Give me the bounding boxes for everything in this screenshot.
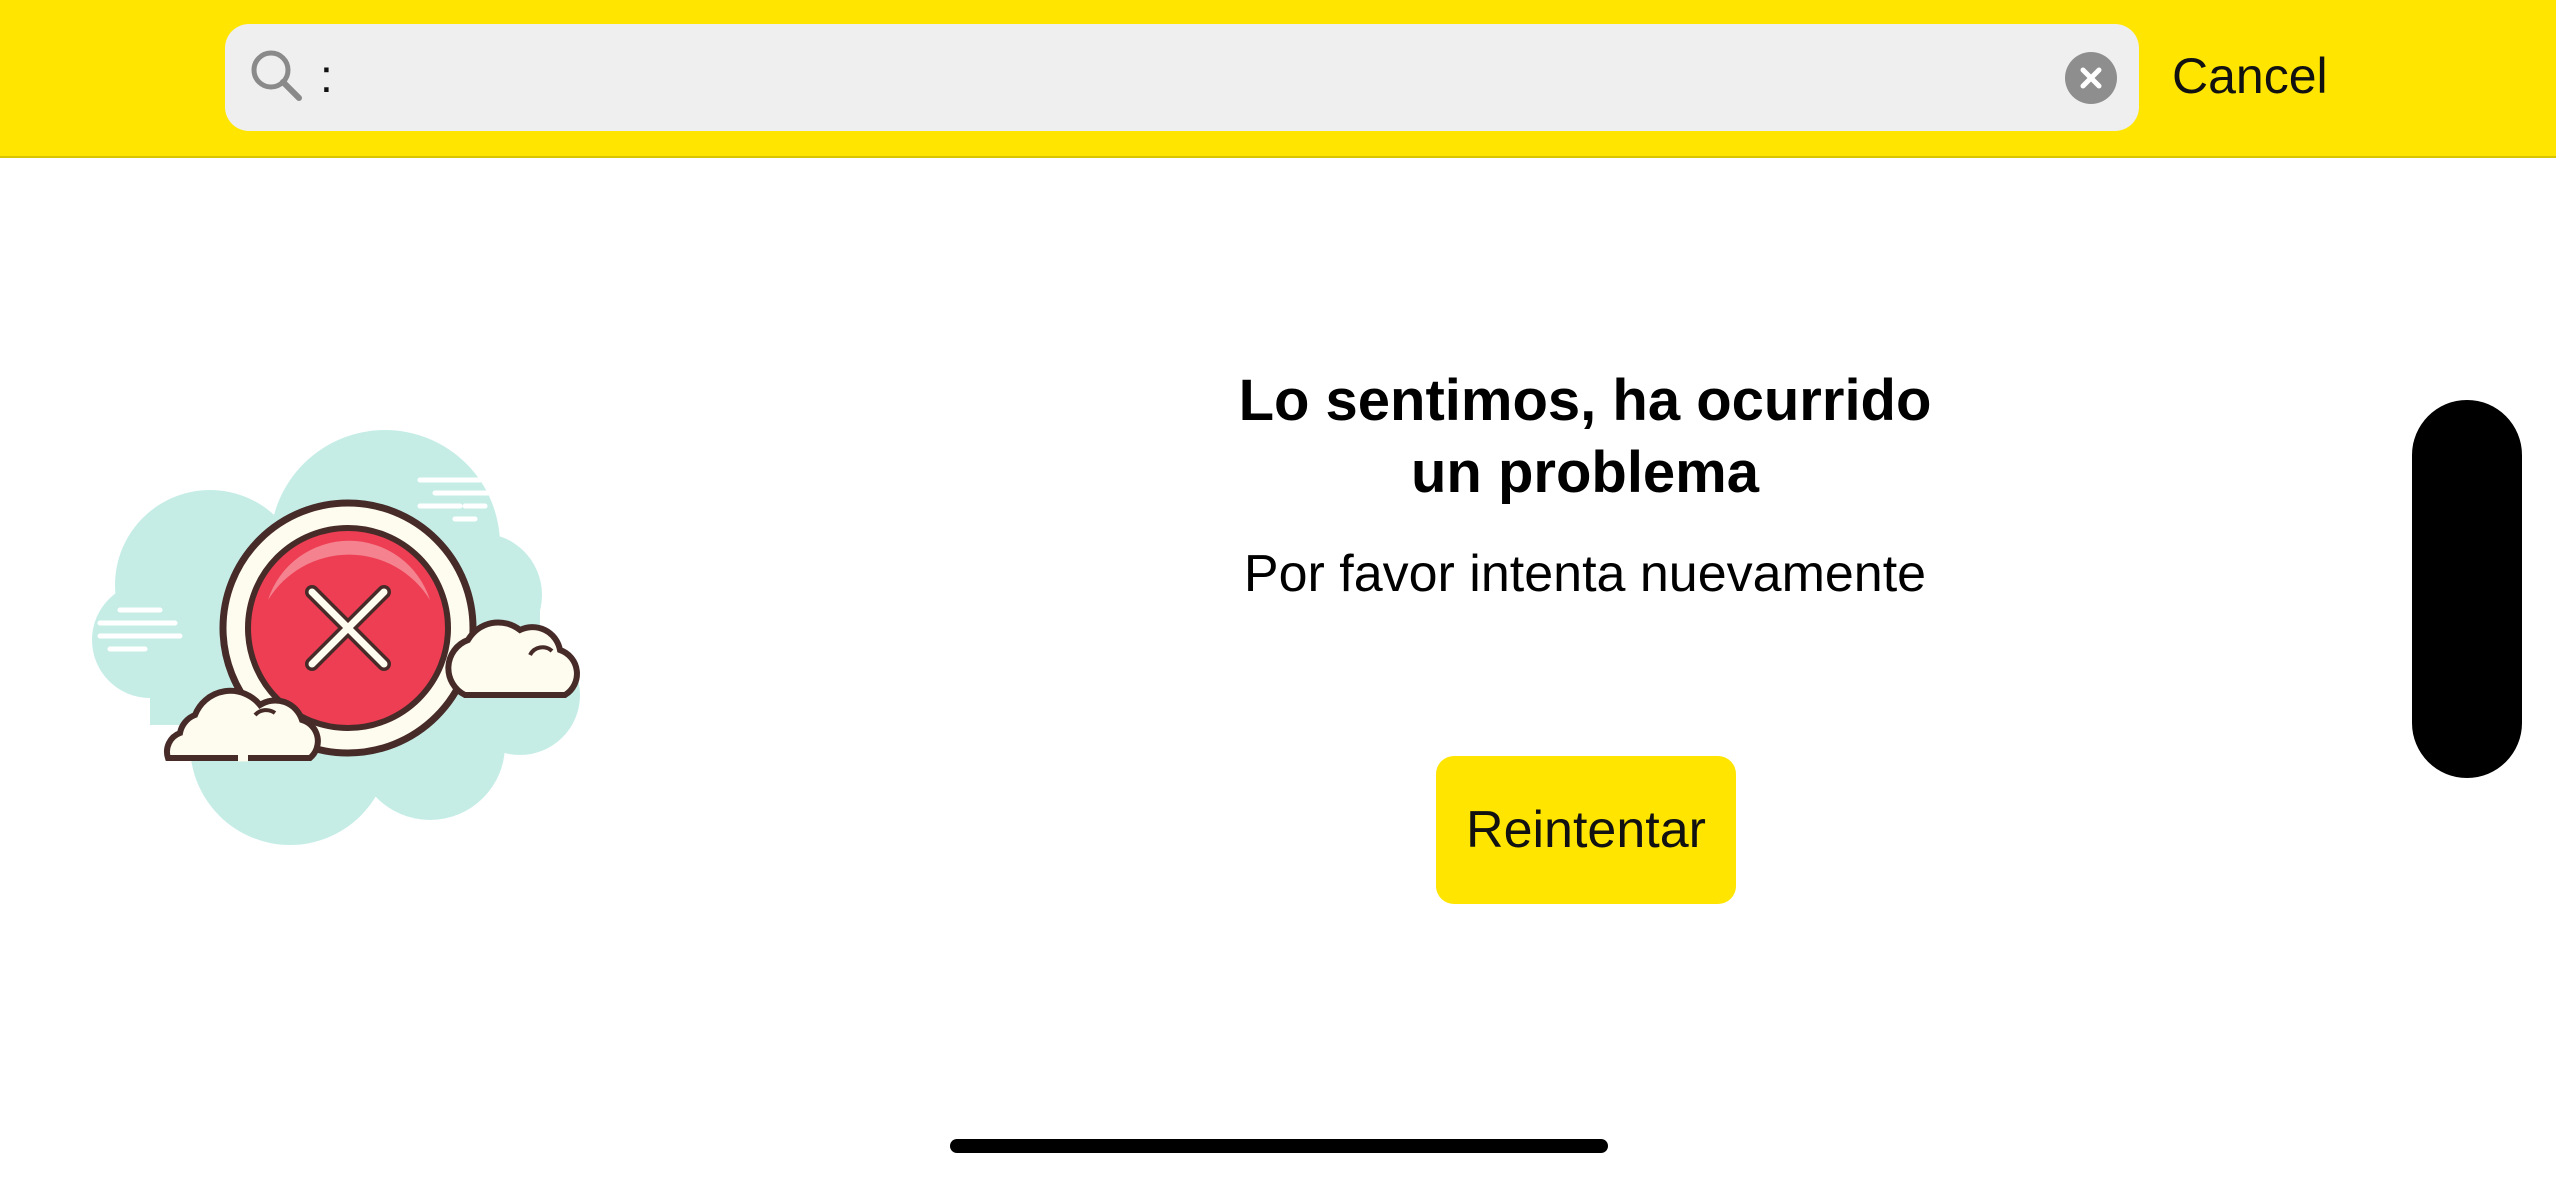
retry-button[interactable]: Reintentar (1436, 756, 1736, 904)
search-query-text[interactable]: : (320, 46, 333, 106)
search-icon (247, 46, 307, 106)
error-title-line: Lo sentimos, ha ocurrido (1238, 368, 1932, 433)
home-indicator[interactable] (950, 1139, 1608, 1153)
error-subtitle: Por favor intenta nuevamente (1243, 545, 1927, 603)
clear-search-button[interactable] (2065, 52, 2117, 104)
side-handle[interactable] (2412, 400, 2522, 778)
cancel-button[interactable]: Cancel (2172, 40, 2328, 112)
error-title-line: un problema (1410, 440, 1760, 505)
error-screen: : Cancel Lo sentimos, ha ocurrido un pro… (0, 0, 2556, 1179)
clear-icon (2080, 67, 2102, 89)
error-title: Lo sentimos, ha ocurrido un problema (1135, 365, 2035, 509)
search-header: : Cancel (0, 0, 2556, 158)
search-input[interactable]: : (225, 24, 2139, 131)
error-cloud-icon (90, 415, 600, 855)
